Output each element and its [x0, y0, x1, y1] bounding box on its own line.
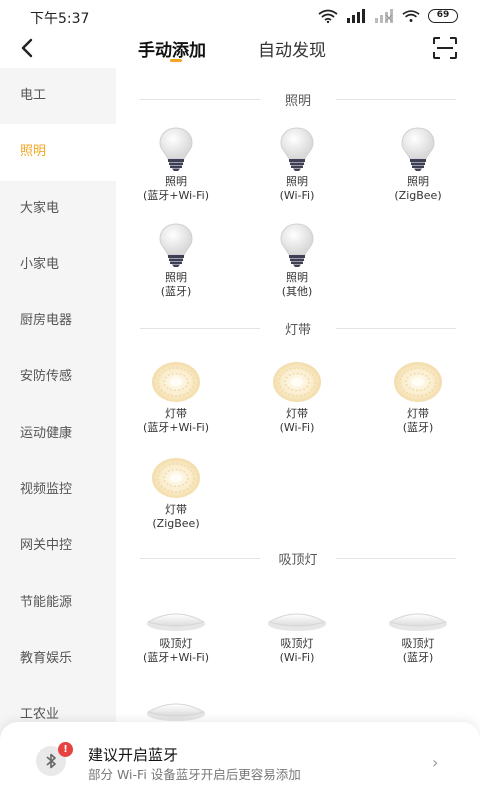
device-name: 照明 — [165, 175, 187, 188]
sidebar-item-kitchen[interactable]: 厨房电器 — [0, 293, 116, 349]
device-name: 灯带 — [407, 407, 429, 420]
bulb-icon — [399, 126, 437, 172]
status-time: 下午5:37 — [30, 11, 90, 27]
device-name: 吸顶灯 — [159, 637, 193, 650]
wifi-icon — [318, 9, 338, 23]
device-name: 照明 — [165, 271, 187, 284]
signal-weak-icon — [375, 9, 393, 23]
device-card[interactable]: 吸顶灯 (Wi-Fi) — [247, 586, 347, 665]
device-name: 照明 — [407, 175, 429, 188]
wifi-secondary-icon — [402, 10, 420, 22]
sidebar-item-video[interactable]: 视频监控 — [0, 462, 116, 518]
light-strip-icon — [150, 456, 202, 500]
status-bar: 下午5:37 69 — [0, 0, 480, 32]
bulb-icon — [278, 222, 316, 268]
tab-auto-discover[interactable]: 自动发现 — [258, 36, 326, 61]
bluetooth-tip-title: 建议开启蓝牙 — [88, 746, 179, 764]
ceiling-light-icon — [388, 594, 448, 634]
device-name: 吸顶灯 — [401, 637, 435, 650]
ceiling-light-icon — [267, 594, 327, 634]
section-header-ceiling-light: 吸顶灯 — [140, 548, 456, 568]
device-name: 灯带 — [165, 503, 187, 516]
sidebar-item-education[interactable]: 教育娱乐 — [0, 631, 116, 687]
sidebar-item-electrician[interactable]: 电工 — [0, 68, 116, 124]
device-protocol: (ZigBee) — [394, 189, 442, 202]
back-arrow-icon[interactable] — [14, 34, 42, 62]
chevron-right-icon[interactable]: › — [432, 753, 438, 772]
ceiling-light-icon — [146, 594, 206, 634]
sidebar-item-health[interactable]: 运动健康 — [0, 406, 116, 462]
device-card[interactable]: 照明 (蓝牙+Wi-Fi) — [126, 124, 226, 203]
device-name: 灯带 — [165, 407, 187, 420]
device-protocol: (蓝牙) — [402, 651, 434, 664]
bluetooth-tip-card[interactable]: ! 建议开启蓝牙 部分 Wi-Fi 设备蓝牙开启后更容易添加 › — [0, 722, 480, 800]
status-icons: 69 — [318, 9, 458, 23]
device-card[interactable]: 灯带 (ZigBee) — [126, 452, 226, 531]
device-name: 灯带 — [286, 407, 308, 420]
sidebar-item-large-appliances[interactable]: 大家电 — [0, 181, 116, 237]
device-protocol: (其他) — [281, 285, 313, 298]
device-protocol: (蓝牙) — [160, 285, 192, 298]
device-card[interactable]: 吸顶灯 (蓝牙+Wi-Fi) — [126, 586, 226, 665]
alert-badge: ! — [58, 742, 73, 757]
device-list: 照明 照明 (蓝牙+Wi-Fi) 照明 (Wi-Fi) 照明 (ZigBee) … — [116, 68, 480, 800]
device-card[interactable]: 照明 (ZigBee) — [368, 124, 468, 203]
section-header-lighting: 照明 — [140, 89, 456, 109]
header: 手动添加 自动发现 — [0, 32, 480, 68]
device-name: 照明 — [286, 175, 308, 188]
device-protocol: (蓝牙+Wi-Fi) — [142, 189, 210, 202]
device-name: 照明 — [286, 271, 308, 284]
device-name: 吸顶灯 — [280, 637, 314, 650]
bulb-icon — [157, 222, 195, 268]
device-card[interactable]: 吸顶灯 (蓝牙) — [368, 586, 468, 665]
bulb-icon — [157, 126, 195, 172]
category-sidebar: 电工 照明 大家电 小家电 厨房电器 安防传感 运动健康 视频监控 网关中控 节… — [0, 68, 116, 800]
signal-icon — [347, 9, 365, 23]
device-protocol: (蓝牙) — [402, 421, 434, 434]
device-card[interactable]: 照明 (Wi-Fi) — [247, 124, 347, 203]
device-card[interactable]: 照明 (蓝牙) — [126, 220, 226, 299]
device-card[interactable] — [126, 676, 226, 724]
device-protocol: (蓝牙+Wi-Fi) — [142, 651, 210, 664]
sidebar-item-energy[interactable]: 节能能源 — [0, 575, 116, 631]
device-card[interactable]: 照明 (其他) — [247, 220, 347, 299]
device-card[interactable]: 灯带 (蓝牙+Wi-Fi) — [126, 356, 226, 435]
sidebar-item-lighting[interactable]: 照明 — [0, 124, 116, 181]
device-card[interactable]: 灯带 (蓝牙) — [368, 356, 468, 435]
scan-icon[interactable] — [432, 36, 458, 60]
light-strip-icon — [392, 360, 444, 404]
tab-manual-add[interactable]: 手动添加 — [138, 36, 206, 61]
battery-icon: 69 — [428, 9, 458, 23]
section-header-light-strip: 灯带 — [140, 318, 456, 338]
device-protocol: (Wi-Fi) — [279, 651, 315, 664]
sidebar-item-small-appliances[interactable]: 小家电 — [0, 237, 116, 293]
light-strip-icon — [150, 360, 202, 404]
tab-active-indicator — [170, 59, 182, 62]
device-protocol: (ZigBee) — [152, 517, 200, 530]
sidebar-item-gateway[interactable]: 网关中控 — [0, 518, 116, 574]
light-strip-icon — [271, 360, 323, 404]
ceiling-light-icon — [146, 684, 206, 724]
device-protocol: (Wi-Fi) — [279, 189, 315, 202]
device-protocol: (蓝牙+Wi-Fi) — [142, 421, 210, 434]
device-protocol: (Wi-Fi) — [279, 421, 315, 434]
device-card[interactable]: 灯带 (Wi-Fi) — [247, 356, 347, 435]
sidebar-item-security[interactable]: 安防传感 — [0, 349, 116, 405]
bulb-icon — [278, 126, 316, 172]
bluetooth-tip-subtitle: 部分 Wi-Fi 设备蓝牙开启后更容易添加 — [88, 767, 301, 782]
